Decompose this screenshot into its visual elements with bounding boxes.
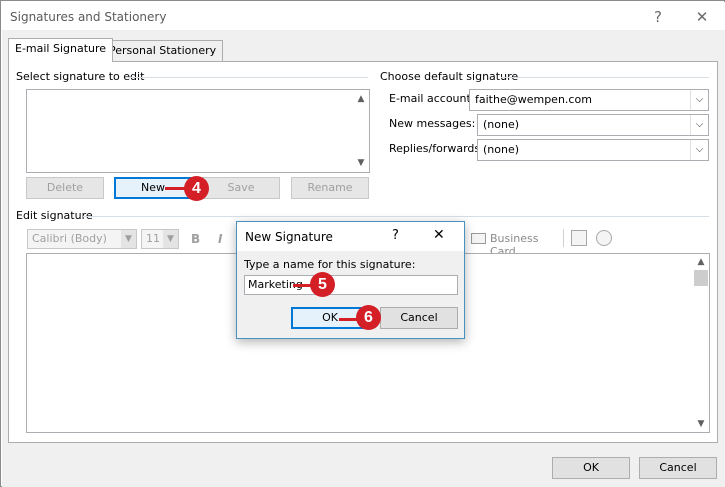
dialog-cancel-button[interactable]: Cancel bbox=[380, 307, 458, 329]
callout-6-marker: 6 bbox=[356, 305, 381, 330]
toolbar-separator bbox=[563, 229, 564, 247]
italic-button[interactable]: I bbox=[218, 232, 222, 246]
window-title: Signatures and Stationery bbox=[10, 10, 167, 24]
tab-email-signature[interactable]: E-mail Signature bbox=[8, 38, 114, 62]
scroll-up-icon[interactable]: ▲ bbox=[694, 255, 708, 269]
default-signature-label: Choose default signature bbox=[380, 70, 519, 83]
scroll-down-icon[interactable]: ▼ bbox=[354, 156, 368, 170]
signature-name-input[interactable]: Marketing bbox=[244, 275, 458, 295]
tab-personal-stationery[interactable]: Personal Stationery bbox=[102, 40, 224, 62]
new-signature-title: New Signature bbox=[245, 230, 333, 244]
email-account-select[interactable]: faithe@wempen.com ⌵ bbox=[469, 89, 709, 111]
replies-forwards-value: (none) bbox=[483, 143, 520, 156]
callout-4-marker: 4 bbox=[184, 176, 209, 201]
new-signature-dialog: New Signature ? ✕ Type a name for this s… bbox=[236, 221, 465, 339]
new-signature-body: Type a name for this signature: Marketin… bbox=[237, 251, 464, 338]
business-card-icon bbox=[471, 233, 486, 244]
callout-5-marker: 5 bbox=[310, 272, 335, 297]
group-divider bbox=[83, 216, 709, 217]
replies-forwards-label: Replies/forwards: bbox=[389, 142, 484, 155]
title-bar: Signatures and Stationery ? ✕ bbox=[2, 2, 725, 30]
scroll-down-icon[interactable]: ▼ bbox=[694, 417, 708, 431]
save-button[interactable]: Save bbox=[202, 177, 280, 199]
font-size-combo[interactable]: 11 ▼ bbox=[141, 229, 179, 249]
new-messages-value: (none) bbox=[483, 118, 520, 131]
signature-name-prompt: Type a name for this signature: bbox=[244, 258, 416, 271]
new-messages-label: New messages: bbox=[389, 117, 476, 130]
business-card-button[interactable]: Business Card bbox=[471, 230, 561, 258]
scroll-up-icon[interactable]: ▲ bbox=[354, 92, 368, 106]
chevron-down-icon: ▼ bbox=[121, 230, 136, 248]
chevron-down-icon: ▼ bbox=[163, 230, 178, 248]
scrollbar-thumb[interactable] bbox=[694, 270, 708, 286]
ok-button[interactable]: OK bbox=[552, 457, 630, 479]
group-divider bbox=[501, 77, 709, 78]
insert-hyperlink-icon[interactable] bbox=[596, 230, 612, 246]
rename-button[interactable]: Rename bbox=[291, 177, 369, 199]
dialog-close-button[interactable]: ✕ bbox=[433, 227, 445, 243]
chevron-down-icon: ⌵ bbox=[690, 115, 708, 135]
group-divider bbox=[126, 77, 368, 78]
tab-personal-stationery-label: Personal Stationery bbox=[109, 44, 217, 57]
font-value: Calibri (Body) bbox=[32, 232, 107, 245]
insert-picture-icon[interactable] bbox=[571, 230, 587, 246]
dialog-help-button[interactable]: ? bbox=[392, 228, 399, 243]
close-button[interactable]: ✕ bbox=[688, 6, 716, 28]
cancel-button[interactable]: Cancel bbox=[639, 457, 717, 479]
email-account-label: E-mail account: bbox=[389, 92, 475, 105]
bold-button[interactable]: B bbox=[191, 232, 200, 246]
new-messages-select[interactable]: (none) ⌵ bbox=[477, 114, 709, 136]
chevron-down-icon: ⌵ bbox=[690, 90, 708, 110]
help-button[interactable]: ? bbox=[644, 6, 672, 28]
edit-signature-label: Edit signature bbox=[16, 209, 93, 222]
signatures-window: Signatures and Stationery ? ✕ E-mail Sig… bbox=[0, 0, 725, 487]
font-combo[interactable]: Calibri (Body) ▼ bbox=[27, 229, 137, 249]
signature-listbox[interactable]: ▲ ▼ bbox=[26, 89, 370, 173]
font-size-value: 11 bbox=[146, 232, 160, 245]
replies-forwards-select[interactable]: (none) ⌵ bbox=[477, 139, 709, 161]
tab-email-signature-label: E-mail Signature bbox=[15, 42, 107, 55]
email-account-value: faithe@wempen.com bbox=[475, 93, 592, 106]
delete-button[interactable]: Delete bbox=[26, 177, 104, 199]
chevron-down-icon: ⌵ bbox=[690, 140, 708, 160]
